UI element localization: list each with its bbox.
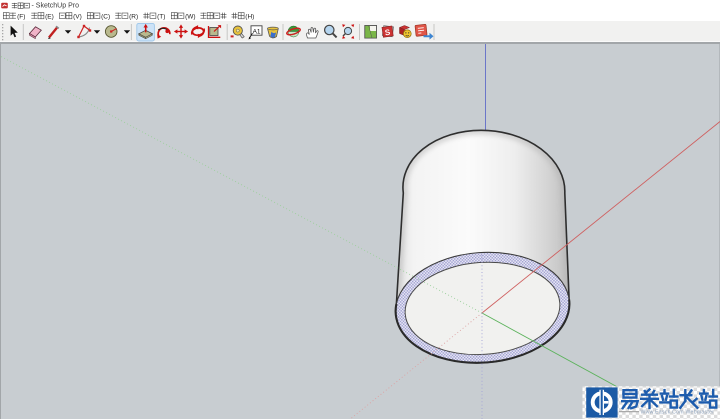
svg-text:- SketchUp Pro: - SketchUp Pro (32, 3, 80, 10)
svg-text:(F): (F) (17, 14, 25, 21)
svg-text:(T): (T) (157, 14, 165, 21)
svg-text:(C): (C) (101, 14, 110, 21)
svg-text:Www.Easck.Com Webmaster: Www.Easck.Com Webmaster (641, 410, 715, 416)
svg-text:(R): (R) (129, 14, 138, 21)
svg-text:(W): (W) (185, 14, 195, 21)
svg-text:(E): (E) (45, 14, 54, 21)
svg-text:A1: A1 (253, 28, 261, 35)
svg-text:(V): (V) (73, 14, 82, 21)
svg-text:(H): (H) (245, 14, 254, 21)
